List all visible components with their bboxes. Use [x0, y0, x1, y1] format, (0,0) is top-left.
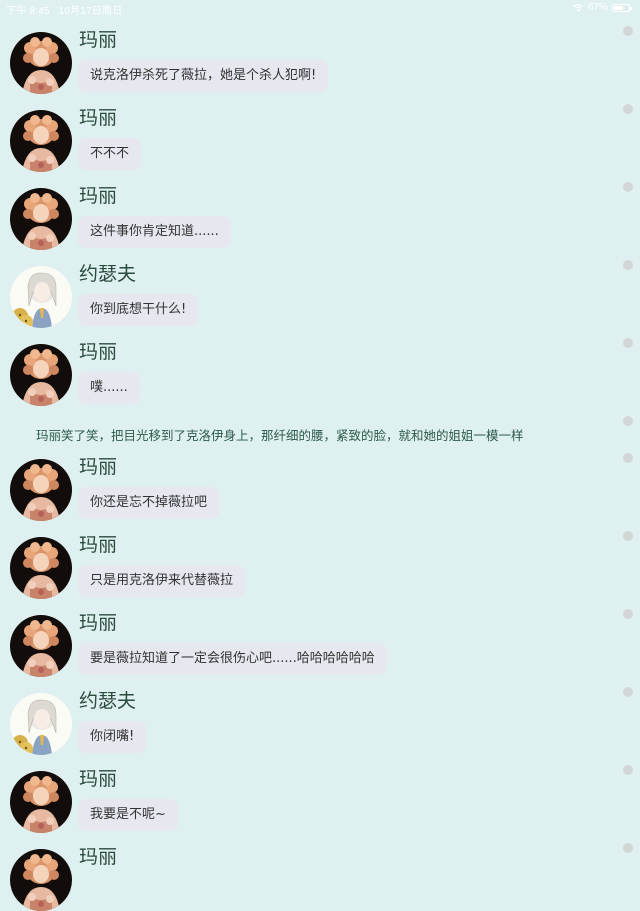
scroll-dot — [623, 765, 633, 775]
message-bubble[interactable]: 不不不 — [78, 138, 142, 170]
speaker-name: 玛丽 — [79, 612, 118, 634]
mary-avatar[interactable] — [10, 615, 72, 677]
mary-avatar[interactable] — [10, 459, 72, 521]
scroll-dot — [623, 531, 633, 541]
mary-avatar[interactable] — [10, 771, 72, 833]
speaker-name: 玛丽 — [79, 456, 118, 478]
scroll-dot — [623, 687, 633, 697]
scroll-dot — [623, 416, 633, 426]
joseph-avatar[interactable] — [10, 266, 72, 328]
message-bubble[interactable]: 你还是忘不掉薇拉吧 — [78, 487, 220, 519]
mary-avatar[interactable] — [10, 188, 72, 250]
mary-avatar[interactable] — [10, 344, 72, 406]
speaker-name: 玛丽 — [79, 768, 118, 790]
speaker-name: 玛丽 — [79, 534, 118, 556]
scroll-dot — [623, 843, 633, 853]
speaker-name: 玛丽 — [79, 341, 118, 363]
message-bubble[interactable]: 你到底想干什么! — [78, 294, 199, 326]
scroll-dot — [623, 453, 633, 463]
speaker-name: 玛丽 — [79, 846, 118, 868]
message-bubble[interactable]: 噗...... — [78, 372, 140, 404]
scroll-dot — [623, 609, 633, 619]
scroll-dot — [623, 104, 633, 114]
message-bubble[interactable]: 这件事你肯定知道...... — [78, 216, 231, 248]
speaker-name: 玛丽 — [79, 185, 118, 207]
chat-log[interactable]: 玛丽 说克洛伊杀死了薇拉，她是个杀人犯啊! 玛丽 不不不 玛丽 这件事你肯定知道.....… — [0, 0, 640, 911]
scroll-dot — [623, 260, 633, 270]
scroll-dot — [623, 338, 633, 348]
scroll-dot — [623, 26, 633, 36]
speaker-name: 约瑟夫 — [79, 690, 137, 712]
message-bubble[interactable]: 说克洛伊杀死了薇拉，她是个杀人犯啊! — [78, 60, 329, 92]
mary-avatar[interactable] — [10, 849, 72, 911]
speaker-name: 玛丽 — [79, 29, 118, 51]
mary-avatar[interactable] — [10, 32, 72, 94]
joseph-avatar[interactable] — [10, 693, 72, 755]
message-bubble[interactable]: 要是薇拉知道了一定会很伤心吧......哈哈哈哈哈哈 — [78, 643, 387, 675]
mary-avatar[interactable] — [10, 110, 72, 172]
message-bubble[interactable]: 只是用克洛伊来代替薇拉 — [78, 565, 246, 597]
message-bubble[interactable]: 你闭嘴! — [78, 721, 147, 753]
scroll-dot — [623, 182, 633, 192]
mary-avatar[interactable] — [10, 537, 72, 599]
speaker-name: 约瑟夫 — [79, 263, 137, 285]
speaker-name: 玛丽 — [79, 107, 118, 129]
message-bubble[interactable]: 我要是不呢~ — [78, 799, 178, 831]
narration-text: 玛丽笑了笑，把目光移到了克洛伊身上，那纤细的腰，紧致的脸，就和她的姐姐一模一样 — [36, 428, 524, 443]
